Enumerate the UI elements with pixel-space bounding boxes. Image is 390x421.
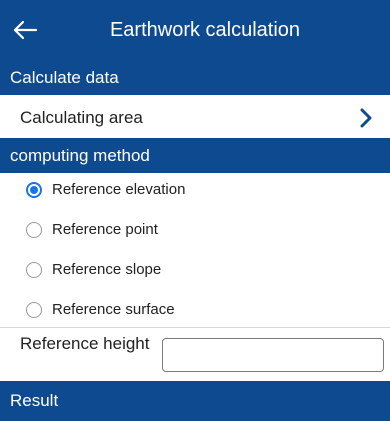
section-header-computing-method: computing method (0, 138, 390, 173)
chevron-right-icon (360, 108, 372, 128)
arrow-left-icon (13, 20, 38, 40)
radio-label: Reference surface (52, 301, 175, 318)
reference-height-label: Reference height (20, 334, 150, 353)
section-header-calculate-data: Calculate data (0, 60, 390, 95)
radio-unchecked-icon[interactable] (26, 302, 42, 318)
radio-label: Reference elevation (52, 181, 186, 198)
radio-unchecked-icon[interactable] (26, 262, 42, 278)
radio-option-reference-point[interactable]: Reference point (0, 211, 390, 249)
radio-label: Reference slope (52, 261, 162, 278)
calculating-area-label: Calculating area (20, 108, 143, 127)
back-button[interactable] (6, 10, 46, 50)
title-bar: Earthwork calculation (0, 0, 390, 60)
divider (0, 327, 390, 328)
radio-option-reference-slope[interactable]: Reference slope (0, 251, 390, 289)
radio-checked-icon[interactable] (26, 182, 42, 198)
section-header-result: Result (0, 381, 390, 421)
radio-label: Reference point (52, 221, 158, 238)
radio-option-reference-elevation[interactable]: Reference elevation (0, 171, 390, 209)
radio-option-reference-surface[interactable]: Reference surface (0, 291, 390, 329)
radio-unchecked-icon[interactable] (26, 222, 42, 238)
page-title: Earthwork calculation (109, 19, 301, 41)
calculating-area-row[interactable]: Calculating area (0, 96, 390, 140)
reference-height-input[interactable] (162, 338, 384, 372)
earthwork-calculation-screen: Earthwork calculation Calculate data Cal… (0, 0, 390, 421)
